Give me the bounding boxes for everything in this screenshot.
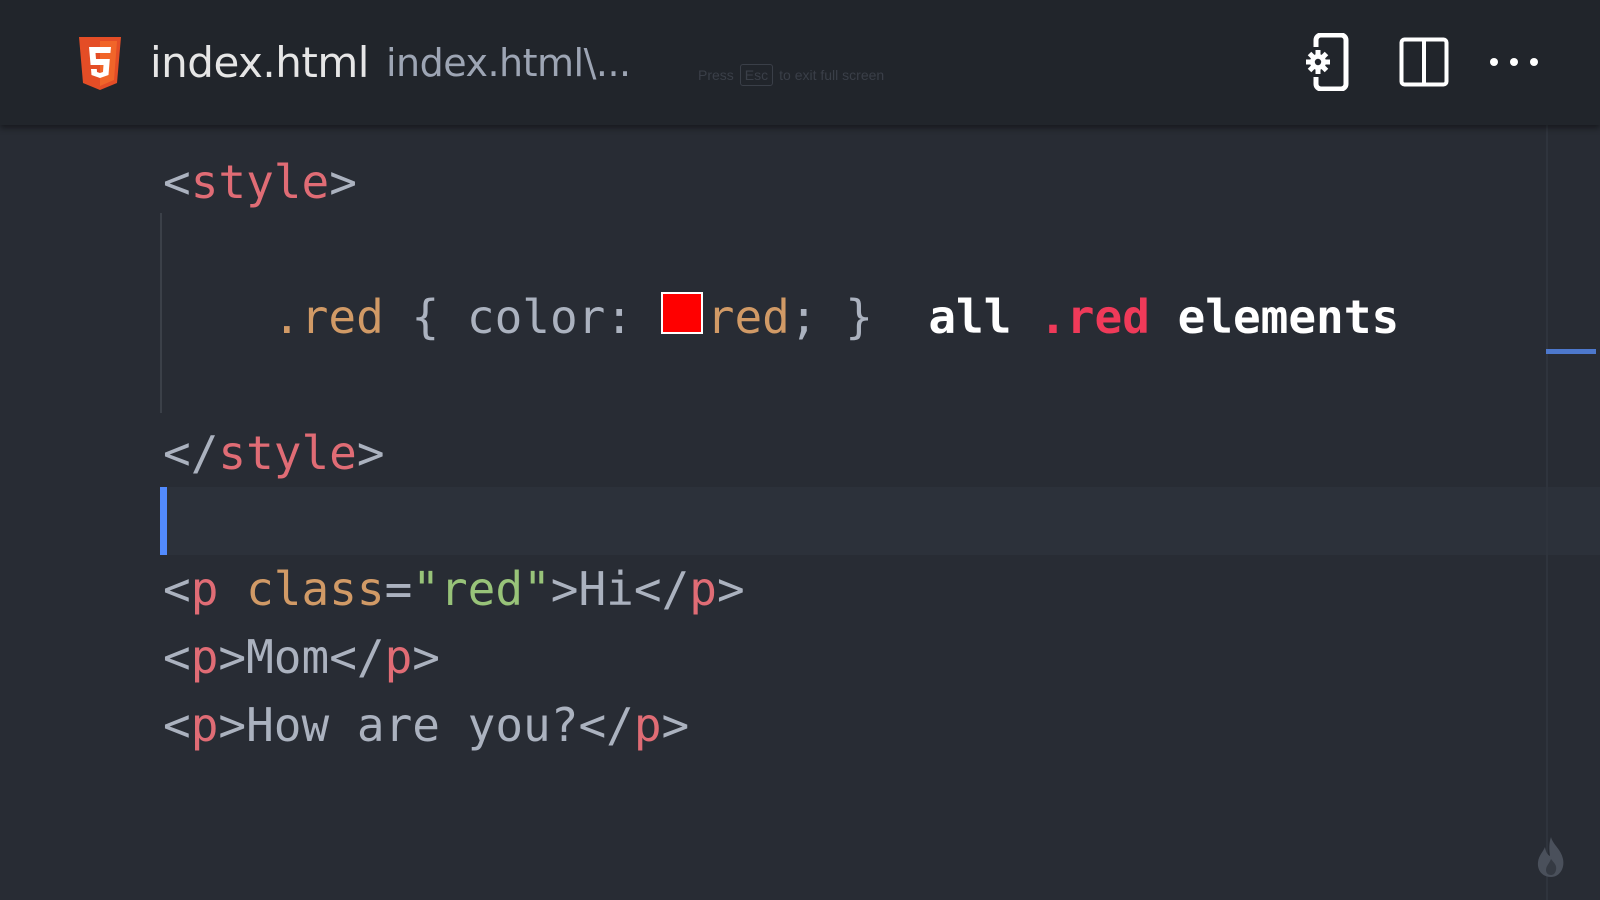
- html5-icon: [79, 37, 121, 90]
- code-content: <style> .red { color: red; } all .red el…: [0, 125, 1399, 827]
- open-preview-icon: [1304, 33, 1349, 91]
- token: p: [190, 562, 219, 616]
- token: <: [163, 630, 191, 684]
- annotation: all .red elements: [873, 290, 1399, 344]
- token: <: [163, 562, 191, 616]
- css-selector: .red: [273, 290, 384, 344]
- annotation-text: elements: [1149, 290, 1400, 344]
- token: </: [329, 630, 385, 684]
- token: </: [163, 426, 219, 480]
- token: =: [384, 562, 413, 616]
- token: How are you?: [246, 698, 579, 752]
- token: <: [163, 698, 191, 752]
- css-property: color:: [466, 290, 661, 344]
- token: </: [578, 698, 634, 752]
- token: style: [190, 155, 330, 209]
- text-cursor: [160, 487, 167, 555]
- token: p: [190, 630, 219, 684]
- code-line-2: .red { color: red; } all .red elements: [273, 283, 1399, 351]
- token: >: [661, 698, 690, 752]
- token: >: [218, 630, 247, 684]
- tab-description: index.html\...: [386, 41, 631, 85]
- token: p: [384, 630, 413, 684]
- code-line-7: <p>How are you?</p>: [163, 691, 689, 759]
- code-editor[interactable]: <style> .red { color: red; } all .red el…: [0, 125, 1600, 900]
- css-value: red: [706, 290, 790, 344]
- token: >: [412, 630, 440, 684]
- more-actions-button[interactable]: [1486, 32, 1542, 92]
- token: </: [633, 562, 690, 616]
- split-editor-icon: [1399, 37, 1449, 87]
- flame-icon: [1537, 837, 1564, 877]
- hint-text-after: to exit full screen: [779, 67, 885, 83]
- scrollbar[interactable]: [1546, 125, 1548, 900]
- token: >: [329, 155, 357, 209]
- more-actions-icon: [1490, 58, 1538, 66]
- token: class: [246, 562, 385, 616]
- tab-title[interactable]: index.html: [150, 38, 369, 87]
- token: p: [190, 698, 219, 752]
- token: >: [550, 562, 579, 616]
- token: {: [383, 290, 467, 344]
- tab-bar: index.html index.html\... Press Esc to exi…: [0, 0, 1600, 125]
- hint-key: Esc: [739, 64, 774, 86]
- scrollbar-cursor-marker: [1546, 349, 1596, 354]
- hint-text-before: Press: [698, 67, 734, 83]
- annotation-highlight: .red: [1039, 290, 1150, 344]
- color-swatch[interactable]: [660, 291, 703, 334]
- fullscreen-hint: Press Esc to exit full screen: [698, 64, 884, 86]
- code-line-1: <style>: [163, 148, 357, 216]
- indent-guide: [160, 213, 162, 413]
- code-line-3: </style>: [163, 419, 385, 487]
- code-line-5: <p class="red">Hi</p>: [163, 555, 745, 623]
- token: >: [716, 562, 745, 616]
- split-editor-button[interactable]: [1396, 32, 1452, 92]
- token: style: [218, 426, 357, 480]
- current-line-highlight: [160, 487, 1600, 555]
- token: >: [218, 698, 247, 752]
- token: Hi: [578, 562, 634, 616]
- token: p: [633, 698, 662, 752]
- token: ; }: [789, 290, 873, 344]
- token: p: [689, 562, 717, 616]
- token: "red": [412, 562, 551, 616]
- token: Mom: [246, 630, 330, 684]
- open-preview-button[interactable]: [1300, 32, 1356, 92]
- token: >: [356, 426, 385, 480]
- annotation-text: all: [928, 290, 1040, 344]
- code-line-6: <p>Mom</p>: [163, 623, 440, 691]
- token: <: [163, 155, 191, 209]
